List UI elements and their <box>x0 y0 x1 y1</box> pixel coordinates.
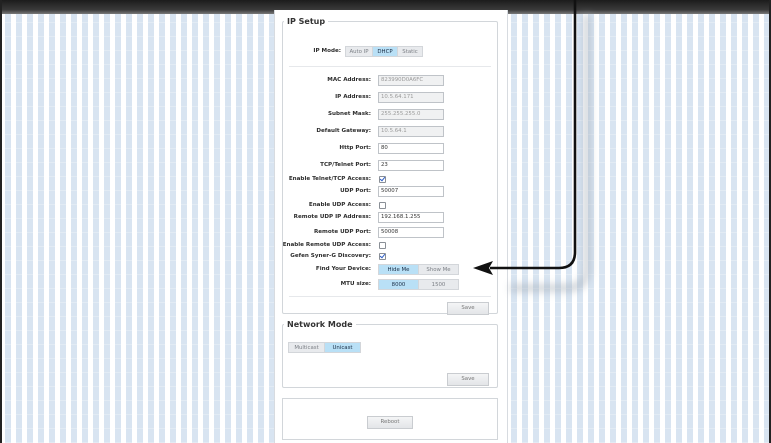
http-port-field[interactable]: 80 <box>378 143 444 154</box>
left-border <box>0 0 2 443</box>
mac-row: MAC Address: 823990D0A6FC <box>283 75 497 86</box>
reboot-button[interactable]: Reboot <box>367 416 413 429</box>
find-device-label: Find Your Device: <box>315 266 371 272</box>
telnet-access-checkbox[interactable] <box>379 176 386 183</box>
mtu-selector: 8000 1500 <box>378 279 459 290</box>
udp-access-row: Enable UDP Access: <box>283 200 497 211</box>
multicast-button[interactable]: Multicast <box>288 342 325 353</box>
telnet-port-row: TCP/Telnet Port: 23 <box>283 160 497 171</box>
remote-udp-ip-field[interactable]: 192.168.1.255 <box>378 212 444 223</box>
ip-mode-label: IP Mode: <box>313 48 341 54</box>
gateway-row: Default Gateway: 10.5.64.1 <box>283 126 497 137</box>
ip-setup-legend: IP Setup <box>287 17 326 26</box>
ip-mode-auto-ip[interactable]: Auto IP <box>345 46 373 57</box>
network-mode-legend: Network Mode <box>287 320 353 329</box>
divider <box>289 66 491 67</box>
ip-label: IP Address: <box>335 94 371 100</box>
network-save-button[interactable]: Save <box>447 373 489 386</box>
mac-label: MAC Address: <box>327 77 371 83</box>
syner-row: Gefen Syner-G Discovery: <box>283 251 497 262</box>
ip-setup-group: IP Setup IP Mode: Auto IP DHCP Static MA… <box>282 17 498 315</box>
remote-udp-port-row: Remote UDP Port: 50008 <box>283 227 497 238</box>
remote-udp-port-field[interactable]: 50008 <box>378 227 444 238</box>
telnet-port-label: TCP/Telnet Port: <box>320 162 371 168</box>
mac-field: 823990D0A6FC <box>378 75 444 86</box>
telnet-port-field[interactable]: 23 <box>378 160 444 171</box>
syner-label: Gefen Syner-G Discovery: <box>290 253 371 259</box>
divider <box>289 296 491 297</box>
mtu-row: MTU size: 8000 1500 <box>283 279 497 290</box>
unicast-button[interactable]: Unicast <box>324 342 361 353</box>
mtu-1500-button[interactable]: 1500 <box>418 279 459 290</box>
http-port-row: Http Port: 80 <box>283 143 497 154</box>
gateway-field: 10.5.64.1 <box>378 126 444 137</box>
find-device-row: Find Your Device: Hide Me Show Me <box>283 264 497 275</box>
ip-save-button[interactable]: Save <box>447 302 489 315</box>
remote-udp-access-checkbox[interactable] <box>379 242 386 249</box>
telnet-access-row: Enable Telnet/TCP Access: <box>283 174 497 185</box>
udp-access-label: Enable UDP Access: <box>308 202 371 208</box>
reboot-section: Reboot <box>282 398 498 440</box>
udp-port-row: UDP Port: 50007 <box>283 186 497 197</box>
hide-me-button[interactable]: Hide Me <box>378 264 419 275</box>
remote-udp-access-row: Enable Remote UDP Access: <box>283 240 497 251</box>
find-device-selector: Hide Me Show Me <box>378 264 459 275</box>
ip-mode-static[interactable]: Static <box>397 46 423 57</box>
ip-row: IP Address: 10.5.64.171 <box>283 92 497 103</box>
subnet-row: Subnet Mask: 255.255.255.0 <box>283 109 497 120</box>
gateway-label: Default Gateway: <box>316 128 371 134</box>
mtu-label: MTU size: <box>340 281 371 287</box>
ip-mode-dhcp[interactable]: DHCP <box>372 46 398 57</box>
remote-udp-ip-row: Remote UDP IP Address: 192.168.1.255 <box>283 212 497 223</box>
udp-port-label: UDP Port: <box>340 188 371 194</box>
udp-port-field[interactable]: 50007 <box>378 186 444 197</box>
syner-checkbox[interactable] <box>379 253 386 260</box>
telnet-access-label: Enable Telnet/TCP Access: <box>288 176 371 182</box>
remote-udp-ip-label: Remote UDP IP Address: <box>293 214 371 220</box>
network-mode-selector: Multicast Unicast <box>288 342 361 353</box>
network-mode-group: Network Mode Multicast Unicast Save <box>282 320 498 388</box>
mtu-8000-button[interactable]: 8000 <box>378 279 419 290</box>
ip-mode-row: IP Mode: Auto IP DHCP Static <box>283 46 497 57</box>
remote-udp-access-label: Enable Remote UDP Access: <box>282 242 371 248</box>
udp-access-checkbox[interactable] <box>379 202 386 209</box>
http-port-label: Http Port: <box>339 145 371 151</box>
subnet-field: 255.255.255.0 <box>378 109 444 120</box>
subnet-label: Subnet Mask: <box>327 111 371 117</box>
ip-mode-selector: Auto IP DHCP Static <box>345 46 423 57</box>
ip-address-field: 10.5.64.171 <box>378 92 444 103</box>
show-me-button[interactable]: Show Me <box>418 264 459 275</box>
remote-udp-port-label: Remote UDP Port: <box>313 229 371 235</box>
